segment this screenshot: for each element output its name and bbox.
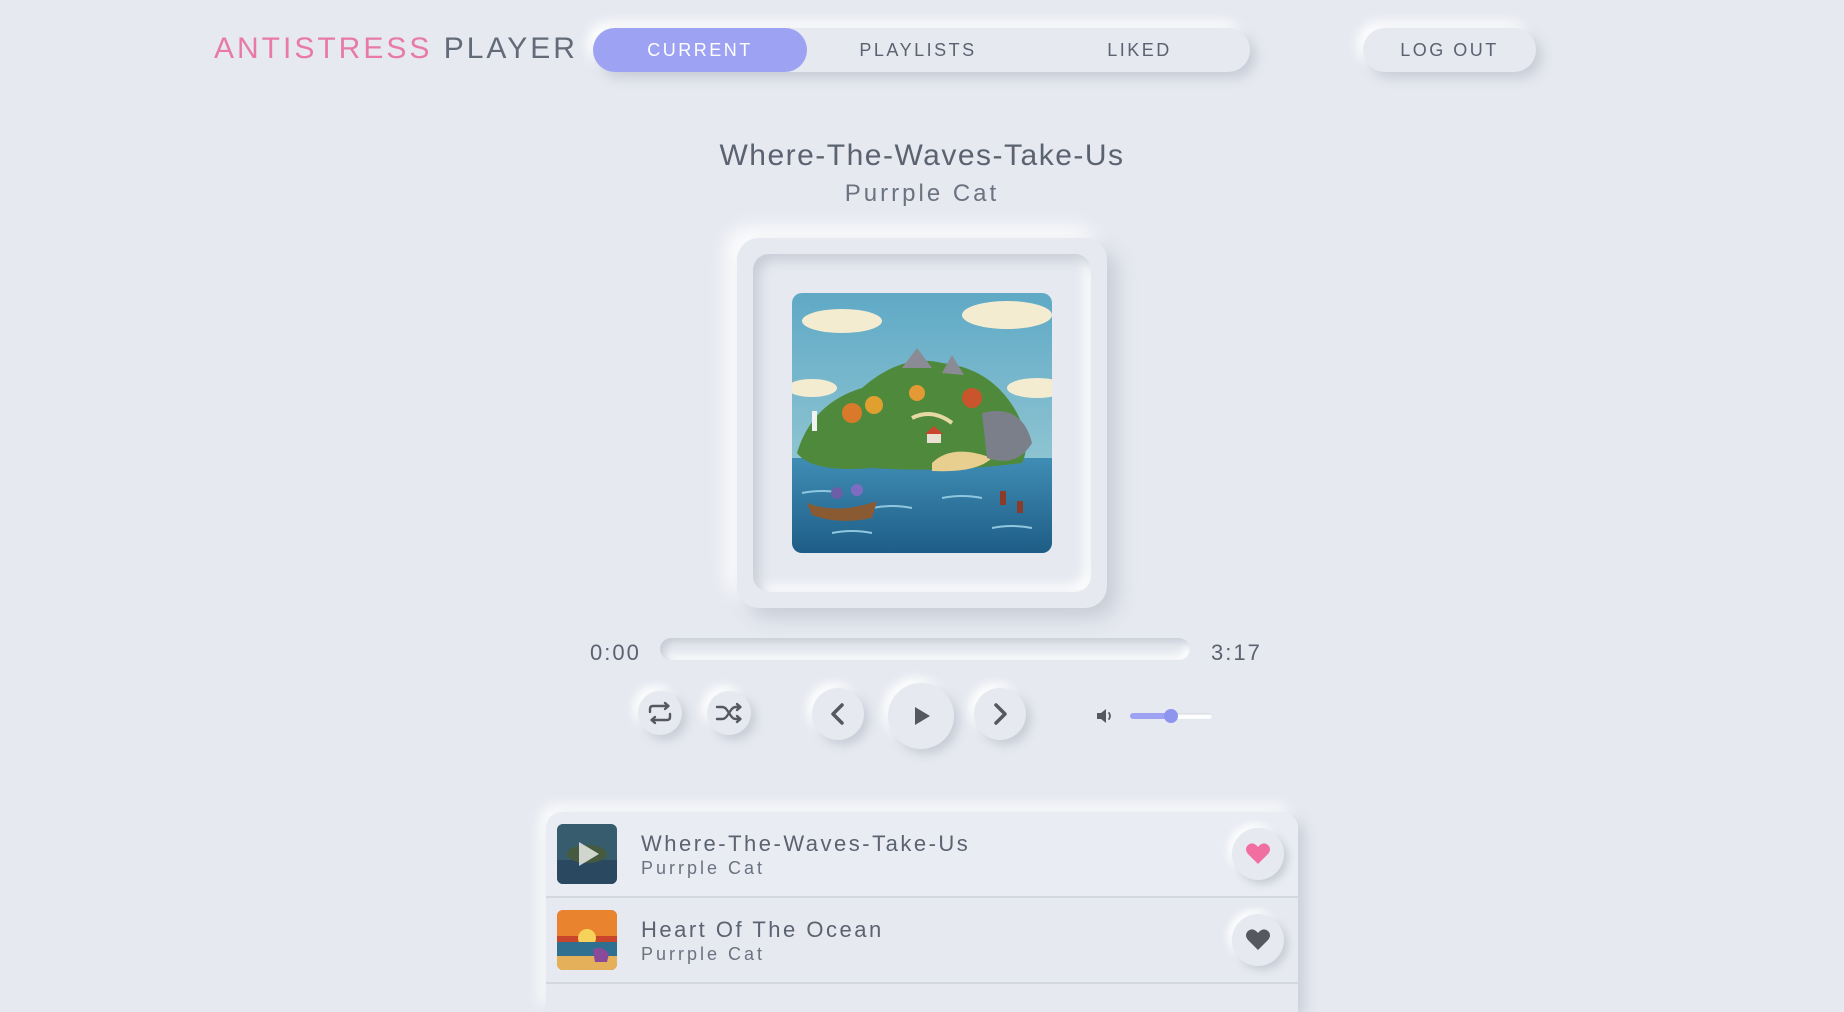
tab-liked[interactable]: LIKED [1029, 28, 1250, 72]
tab-current[interactable]: CURRENT [593, 28, 807, 72]
like-button[interactable] [1232, 914, 1284, 966]
chevron-left-icon [831, 703, 844, 725]
logo-part-antistress: ANTISTRESS [214, 32, 433, 65]
repeat-icon [648, 701, 672, 725]
now-playing-artist: Purrple Cat [844, 180, 1000, 207]
album-art-frame [737, 238, 1107, 608]
track-thumbnail [557, 824, 617, 884]
nav-tabs: CURRENT PLAYLISTS LIKED [593, 28, 1250, 72]
track-title: Heart Of The Ocean [641, 917, 884, 942]
play-icon [915, 707, 930, 725]
track-row[interactable]: Where-The-Waves-Take-Us Purrple Cat [546, 812, 1298, 898]
volume-thumb[interactable] [1164, 709, 1178, 723]
album-art-well [753, 254, 1091, 592]
track-artist: Purrple Cat [641, 944, 766, 964]
like-button[interactable] [1232, 828, 1284, 880]
volume-icon[interactable] [1095, 706, 1115, 726]
track-artist: Purrple Cat [641, 858, 766, 878]
progress-bar[interactable] [660, 638, 1190, 660]
track-row[interactable]: Heart Of The Ocean Purrple Cat [546, 898, 1298, 984]
current-time: 0:00 [590, 640, 641, 665]
app-logo: ANTISTRESS PLAYER [214, 32, 578, 66]
previous-button[interactable] [812, 688, 864, 740]
chevron-right-icon [994, 703, 1007, 725]
shuffle-icon [715, 702, 742, 724]
now-playing-title: Where-The-Waves-Take-Us [719, 139, 1125, 172]
track-title: Where-The-Waves-Take-Us [641, 831, 971, 856]
volume-slider[interactable] [1130, 709, 1212, 723]
track-list: Where-The-Waves-Take-Us Purrple Cat Hear… [546, 812, 1298, 1012]
logo-part-player: PLAYER [443, 32, 578, 65]
repeat-button[interactable] [638, 691, 682, 735]
logout-button[interactable]: LOG OUT [1363, 28, 1536, 72]
album-art [792, 293, 1052, 553]
heart-icon [1246, 843, 1270, 864]
next-button[interactable] [974, 688, 1026, 740]
heart-icon [1246, 929, 1270, 950]
play-button[interactable] [888, 683, 954, 749]
shuffle-button[interactable] [707, 691, 751, 735]
duration: 3:17 [1211, 640, 1262, 665]
track-thumbnail [557, 910, 617, 970]
tab-playlists[interactable]: PLAYLISTS [807, 28, 1029, 72]
